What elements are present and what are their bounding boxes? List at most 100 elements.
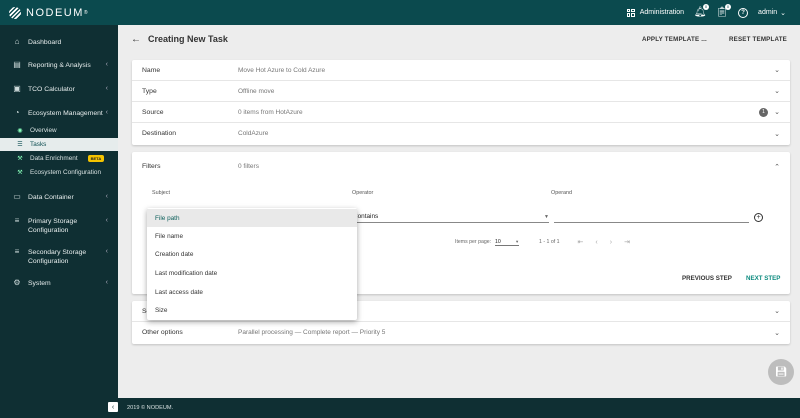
task-name-row[interactable]: Name Move Hot Azure to Cold Azure ⌄: [132, 60, 790, 81]
chevron-left-icon: ‹: [105, 193, 108, 200]
previous-step-button[interactable]: PREVIOUS STEP: [682, 275, 732, 282]
first-page-icon[interactable]: ⇤: [578, 238, 584, 246]
sidebar-item-data-container[interactable]: ▭ Data Container ‹: [0, 192, 118, 202]
sidebar-subitem-label: Ecosystem Configuration: [30, 169, 102, 176]
chevron-down-icon: ⌄: [774, 308, 780, 315]
chevron-left-icon: ‹: [111, 403, 115, 411]
user-menu[interactable]: admin ⌄: [758, 9, 786, 17]
sidebar-item-label: Reporting & Analysis: [28, 62, 91, 69]
field-label: Destination: [142, 130, 177, 137]
chevron-left-icon: ‹: [105, 61, 108, 68]
sidebar-item-system[interactable]: ⚙ System ‹: [0, 278, 118, 288]
subject-option[interactable]: Creation date: [147, 245, 357, 263]
operator-column-header: Operator: [352, 190, 374, 196]
sidebar-item-label: Secondary Storage Configuration: [28, 249, 87, 265]
field-label: Type: [142, 87, 157, 95]
chevron-down-icon: ⌄: [774, 130, 780, 138]
subject-option[interactable]: Size: [147, 301, 357, 319]
notifications-button[interactable]: 🔔︎ 0: [694, 3, 710, 19]
field-label: Filters: [142, 163, 161, 170]
items-per-page-value: 10: [495, 238, 501, 245]
brand-logo[interactable]: NODEUM ®: [0, 6, 118, 19]
previous-page-icon[interactable]: ‹: [595, 239, 597, 246]
field-label: Name: [142, 66, 161, 74]
logo-mark-icon: [9, 6, 21, 19]
chevron-down-icon: ⌄: [774, 109, 780, 116]
chevron-down-icon: ⌄: [780, 9, 786, 17]
reset-template-button[interactable]: RESET TEMPLATE: [729, 36, 787, 43]
sidebar-item-reporting[interactable]: ▤ Reporting & Analysis ‹: [0, 60, 118, 70]
last-page-icon[interactable]: ⇥: [624, 238, 630, 246]
next-step-button[interactable]: NEXT STEP: [746, 275, 780, 282]
gauge-icon: ◔: [14, 108, 20, 117]
sidebar-item-ecosystem-management[interactable]: ◔ Ecosystem Management ‹: [0, 108, 118, 118]
chevron-left-icon: ‹: [105, 248, 108, 255]
wrench-icon: ⚒: [17, 156, 23, 162]
tasks-badge: 0: [725, 3, 732, 10]
sidebar-subitem-data-enrichment[interactable]: ⚒ Data Enrichment BETA: [0, 152, 118, 165]
task-destination-row[interactable]: Destination ColdAzure ⌄: [132, 123, 790, 144]
tasks-button[interactable]: 📋︎ 0: [716, 3, 732, 19]
administration-label: Administration: [639, 9, 685, 16]
page-header: ← Creating New Task APPLY TEMPLATE ... R…: [118, 25, 800, 53]
next-page-icon[interactable]: ›: [610, 239, 612, 246]
task-type-row[interactable]: Type Offline move ⌄: [132, 81, 790, 102]
sidebar-item-secondary-storage[interactable]: ≡ Secondary Storage Configuration ‹: [0, 247, 118, 266]
save-button[interactable]: 💾︎: [768, 359, 794, 385]
field-value: ColdAzure: [238, 130, 269, 137]
sidebar-item-label: System: [28, 280, 51, 287]
brand-reg: ®: [83, 9, 88, 16]
sidebar-item-primary-storage[interactable]: ≡ Primary Storage Configuration ‹: [0, 216, 118, 235]
field-label: Source: [142, 108, 164, 116]
items-per-page-select[interactable]: 10 ▼: [495, 238, 520, 246]
apply-template-button[interactable]: APPLY TEMPLATE ...: [642, 36, 707, 43]
storage-icon: ≡: [14, 216, 20, 225]
help-icon[interactable]: ?: [738, 7, 749, 18]
storage-icon: ≡: [14, 247, 20, 256]
field-value: Move Hot Azure to Cold Azure: [238, 66, 326, 74]
items-per-page-label: Items per page:: [455, 239, 492, 245]
sidebar-item-label: Dashboard: [28, 39, 62, 46]
task-source-row[interactable]: Source 0 items from HotAzure 1 ⌄: [132, 102, 790, 123]
sidebar-item-tco-calculator[interactable]: ▣ TCO Calculator ‹: [0, 84, 118, 94]
task-details-card: Name Move Hot Azure to Cold Azure ⌄ Type…: [132, 60, 790, 145]
field-label: Other options: [142, 329, 183, 336]
sidebar-subitem-ecosystem-configuration[interactable]: ⚒ Ecosystem Configuration: [0, 166, 118, 179]
sidebar-subitem-overview[interactable]: ◉ Overview: [0, 124, 118, 137]
tasks-icon: ☰: [17, 142, 23, 148]
add-filter-icon[interactable]: +: [754, 213, 763, 222]
collapse-sidebar-button[interactable]: ‹: [108, 402, 118, 412]
operand-input[interactable]: [554, 211, 749, 223]
chevron-left-icon: ‹: [105, 85, 108, 92]
user-name: admin: [758, 9, 778, 16]
sidebar-item-label: Primary Storage Configuration: [28, 218, 78, 234]
sidebar-subitem-tasks[interactable]: ☰ Tasks: [0, 138, 118, 151]
caret-down-icon: ▼: [544, 213, 549, 220]
sidebar-item-label: Ecosystem Management: [28, 110, 103, 117]
calculator-icon: ▣: [13, 84, 21, 93]
subject-option[interactable]: Last access date: [147, 283, 357, 301]
subject-option[interactable]: Last modification date: [147, 264, 357, 282]
folder-icon: ▭: [13, 192, 21, 201]
wrench-icon: ⚒: [17, 170, 23, 176]
subject-dropdown: File path File name Creation date Last m…: [147, 208, 357, 320]
page-title: Creating New Task: [148, 34, 228, 44]
chart-icon: ▤: [13, 60, 21, 69]
chevron-left-icon: ‹: [105, 217, 108, 224]
back-arrow-icon[interactable]: ←: [131, 34, 141, 45]
chevron-up-icon: ⌃: [774, 163, 780, 171]
operator-select[interactable]: Contains ▼: [353, 211, 549, 223]
subject-option[interactable]: File path: [147, 209, 357, 227]
sidebar: ⌂ Dashboard ▤ Reporting & Analysis ‹ ▣ T…: [0, 25, 118, 418]
other-options-row[interactable]: Other options Parallel processing — Comp…: [132, 322, 790, 343]
sidebar-item-label: Data Container: [28, 194, 74, 201]
brand-name: NODEUM: [26, 6, 84, 19]
sidebar-item-dashboard[interactable]: ⌂ Dashboard: [0, 37, 118, 47]
chevron-left-icon: ‹: [105, 279, 108, 286]
field-value: Parallel processing — Complete report — …: [238, 329, 386, 336]
subject-option[interactable]: File name: [147, 227, 357, 245]
page-range: 1 - 1 of 1: [539, 239, 560, 245]
sidebar-subitem-label: Tasks: [30, 141, 47, 148]
administration-link[interactable]: Administration: [626, 8, 685, 17]
filters-row[interactable]: Filters 0 filters ⌃: [132, 156, 790, 177]
